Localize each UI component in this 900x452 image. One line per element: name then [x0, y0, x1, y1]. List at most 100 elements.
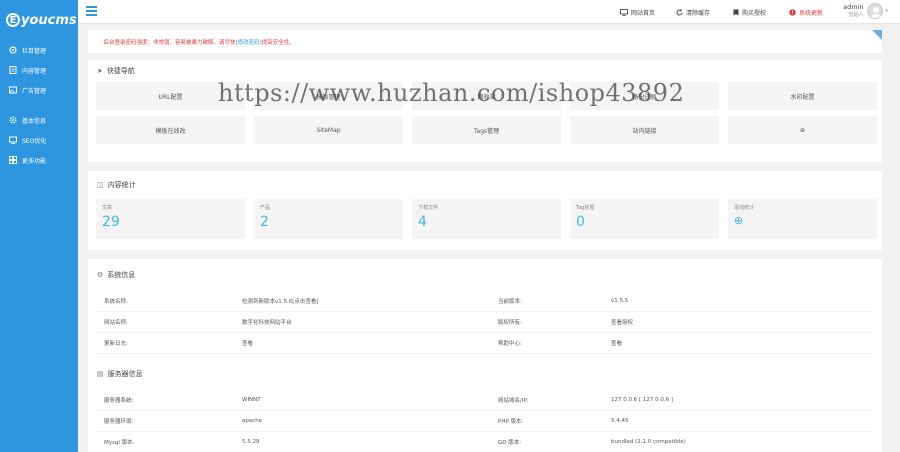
- quick-sitemap[interactable]: SiteMap: [254, 116, 403, 144]
- buy-license-label: 购买授权: [742, 10, 767, 17]
- gear-icon: [9, 46, 17, 54]
- site-home-label: 网站首页: [631, 10, 656, 17]
- help-center-key: 帮助中心:: [498, 341, 522, 347]
- corner-fold: [872, 30, 882, 40]
- view-license-link[interactable]: 查看授权: [603, 318, 874, 326]
- stat-add[interactable]: 添加统计 ⊕: [728, 199, 877, 239]
- mysql-version-value: 5.5.29: [242, 439, 260, 445]
- alert-icon: [789, 9, 796, 16]
- system-update-label: 系统更新: [799, 10, 824, 17]
- user-role: 创始人: [848, 12, 864, 18]
- server-env-key: 服务器环境:: [104, 419, 134, 425]
- site-home-link[interactable]: 网站首页: [620, 8, 655, 17]
- quick-nav-title: ➤ 快捷导航: [88, 60, 882, 82]
- sidebar-item-label: 基本信息: [22, 117, 47, 125]
- menu-toggle-icon[interactable]: [86, 6, 97, 16]
- stat-label: 添加统计: [734, 205, 755, 211]
- gear-icon: ⚙: [97, 271, 104, 279]
- server-info-title: ▤ 服务器信息: [88, 358, 882, 390]
- logo[interactable]: E youcms: [0, 0, 78, 40]
- logo-mark: E: [6, 13, 20, 27]
- document-icon: [9, 66, 17, 74]
- security-notice: · 后台登录密码强度：非常弱，容易被暴力破解，请尽快[修改密码]提高安全性。: [88, 30, 882, 53]
- stats-title: ◫ 内容统计: [88, 171, 882, 199]
- main-content: · 后台登录密码强度：非常弱，容易被暴力破解，请尽快[修改密码]提高安全性。 ➤…: [88, 30, 882, 452]
- server-info-table: 服务器系统: WINNT 网站域名/IP: 127.0.0.6 [ 127.0.…: [96, 390, 874, 452]
- quick-nav-title-text: 快捷导航: [106, 67, 135, 75]
- stat-label: 产品: [260, 205, 271, 211]
- php-version-value: 5.4.45: [611, 418, 629, 424]
- system-update-link[interactable]: 系统更新: [789, 8, 823, 17]
- grid-icon: [9, 156, 17, 164]
- sidebar-item-basic-info[interactable]: 基本信息: [0, 110, 78, 130]
- sidebar-item-content[interactable]: 内容管理: [0, 60, 78, 80]
- server-os-value: WINNT: [242, 397, 261, 403]
- changelog-key: 更新日志:: [104, 341, 128, 347]
- chart-icon: ◫: [97, 181, 104, 189]
- stat-value: 29: [102, 214, 120, 230]
- quick-add-icon[interactable]: ⊕: [728, 116, 877, 144]
- gd-version-value: bundled (2.1.0 compatible): [611, 439, 686, 445]
- quick-nav-grid: URL配置 模板管理 回收站 备份还原 水印配置 模板在线改 SiteMap T…: [88, 82, 882, 150]
- buy-license-link[interactable]: 购买授权: [733, 8, 766, 17]
- table-row: 更新日志: 查看 帮助中心: 查看: [96, 333, 874, 354]
- stat-products[interactable]: 产品 2: [254, 199, 403, 239]
- changelog-link[interactable]: 查看: [234, 339, 490, 347]
- sidebar-item-ads[interactable]: 广告管理: [0, 80, 78, 100]
- chevron-down-icon: ▾: [885, 8, 888, 14]
- quick-template-edit[interactable]: 模板在线改: [96, 116, 245, 144]
- quick-tags-manage[interactable]: Tags管理: [412, 116, 561, 144]
- mysql-version-key: Mysql 版本:: [104, 440, 135, 446]
- quick-backup-restore[interactable]: 备份还原: [570, 82, 719, 110]
- sidebar-item-label: 栏目管理: [22, 47, 47, 55]
- clear-cache-link[interactable]: 清除缓存: [676, 8, 710, 17]
- change-password-link[interactable]: [修改密码]: [236, 40, 262, 46]
- stats-grid: 文章 29 产品 2 下载文件 4 Tag标签 0 添加统计 ⊕: [88, 199, 882, 239]
- stat-tags[interactable]: Tag标签 0: [570, 199, 719, 239]
- notice-text-end: 提高安全性。: [261, 40, 295, 46]
- sidebar-item-label: 更多功能: [22, 157, 47, 165]
- quick-nav-panel: ➤ 快捷导航 URL配置 模板管理 回收站 备份还原 水印配置 模板在线改 Si…: [88, 60, 882, 162]
- server-env-value: apache: [242, 418, 263, 424]
- quick-watermark-config[interactable]: 水印配置: [728, 82, 877, 110]
- gd-version-key: GD 版本:: [498, 440, 522, 446]
- seo-icon: [9, 136, 17, 144]
- system-info-table: 系统名称: 检测到新版本v1.5.6[点击查看] 当前版本: v1.5.5 网站…: [96, 291, 874, 354]
- help-center-link[interactable]: 查看: [603, 339, 874, 347]
- current-version-key: 当前版本:: [498, 299, 522, 305]
- table-row: Mysql 版本: 5.5.29 GD 版本: bundled (2.1.0 c…: [96, 432, 874, 452]
- stat-articles[interactable]: 文章 29: [96, 199, 245, 239]
- table-row: 系统名称: 检测到新版本v1.5.6[点击查看] 当前版本: v1.5.5: [96, 291, 874, 312]
- sidebar: E youcms 栏目管理 内容管理 广告管理 基本信息 SEO优化 更多功能: [0, 0, 78, 452]
- new-version-link[interactable]: 检测到新版本v1.5.6[点击查看]: [234, 297, 490, 305]
- logo-text: youcms: [21, 12, 77, 28]
- user-name: admin: [843, 3, 864, 11]
- sidebar-item-columns[interactable]: 栏目管理: [0, 40, 78, 60]
- site-name-key: 网站名称:: [104, 320, 128, 326]
- monitor-icon: [620, 9, 628, 16]
- domain-ip-key: 网站域名/IP:: [498, 398, 529, 404]
- stats-panel: ◫ 内容统计 文章 29 产品 2 下载文件 4 Tag标签 0 添加统计 ⊕: [88, 171, 882, 250]
- server-icon: ▤: [97, 370, 104, 378]
- user-menu[interactable]: admin 创始人 ▾: [843, 3, 888, 19]
- stat-value: 0: [576, 214, 585, 230]
- sidebar-item-label: 内容管理: [22, 67, 47, 75]
- quick-url-config[interactable]: URL配置: [96, 82, 245, 110]
- sidebar-item-more[interactable]: 更多功能: [0, 150, 78, 170]
- system-name-key: 系统名称:: [104, 299, 128, 305]
- paper-plane-icon: ➤: [97, 67, 103, 75]
- bookmark-icon: [733, 9, 739, 16]
- sidebar-item-seo[interactable]: SEO优化: [0, 130, 78, 150]
- quick-internal-links[interactable]: 站内链接: [570, 116, 719, 144]
- top-header: 网站首页 清除缓存 购买授权 系统更新 admin 创始人 ▾: [78, 0, 900, 24]
- quick-template-manage[interactable]: 模板管理: [254, 82, 403, 110]
- image-icon: [9, 86, 17, 94]
- server-info-title-text: 服务器信息: [107, 370, 143, 378]
- quick-recycle-bin[interactable]: 回收站: [412, 82, 561, 110]
- domain-ip-value: 127.0.0.6 [ 127.0.0.6 ]: [611, 397, 674, 403]
- stat-label: 下载文件: [418, 205, 439, 211]
- server-os-key: 服务器系统:: [104, 398, 134, 404]
- system-info-title-text: 系统信息: [107, 271, 136, 279]
- avatar: [867, 3, 884, 19]
- stat-downloads[interactable]: 下载文件 4: [412, 199, 561, 239]
